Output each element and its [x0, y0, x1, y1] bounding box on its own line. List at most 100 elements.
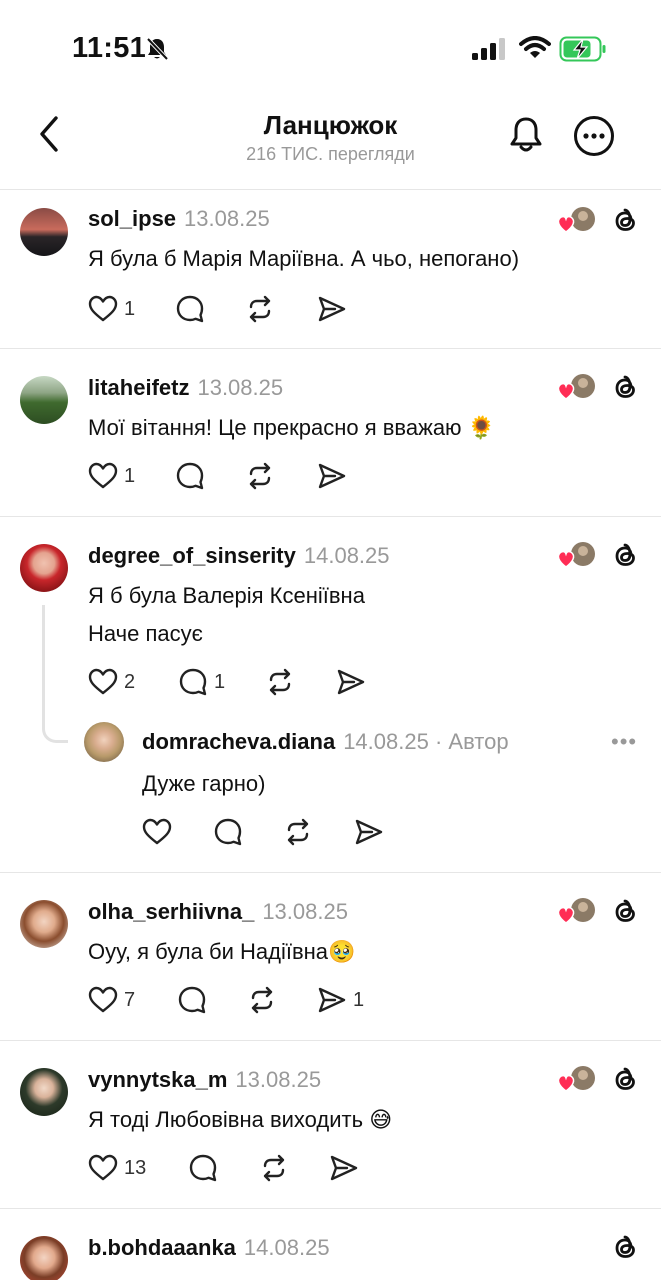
threads-logo-icon[interactable]	[610, 373, 640, 403]
threads-logo-icon[interactable]	[610, 897, 640, 927]
author-liked-badge-icon	[557, 898, 595, 924]
like-button[interactable]: 13	[88, 1153, 146, 1183]
comment-icon	[189, 1154, 217, 1182]
post-actions: 7 1	[88, 985, 408, 1021]
share-button[interactable]	[317, 461, 347, 491]
post-text: Я тоді Любовівна виходить 😅	[88, 1107, 393, 1132]
clock: 11:51	[72, 32, 147, 64]
username[interactable]: olha_serhiivna_ 13.08.25	[88, 899, 348, 925]
avatar[interactable]	[20, 1068, 68, 1116]
status-bar: 11:51	[0, 0, 661, 98]
page-title: Ланцюжок	[263, 110, 398, 140]
like-button[interactable]: 2	[88, 667, 135, 697]
notifications-bell-icon[interactable]	[506, 114, 546, 154]
repost-icon	[269, 668, 291, 696]
like-count: 1	[124, 297, 136, 320]
heart-icon	[88, 295, 118, 322]
post-actions: 13	[88, 1153, 408, 1189]
reply-post: b.bohdaaanka 14.08.25	[0, 1209, 661, 1280]
post-text: Мої вітання! Це прекрасно я вважаю 🌻	[88, 415, 496, 440]
share-button[interactable]: 1	[317, 985, 364, 1015]
repost-button[interactable]	[247, 985, 277, 1015]
share-button[interactable]	[336, 667, 366, 697]
send-icon	[355, 819, 383, 845]
avatar[interactable]	[20, 1236, 68, 1280]
avatar[interactable]	[84, 722, 124, 762]
reply-button[interactable]	[175, 294, 205, 324]
like-count: 1	[124, 464, 136, 487]
wifi-icon	[519, 36, 551, 58]
reply-button[interactable]	[177, 985, 207, 1015]
username[interactable]: sol_ipse 13.08.25	[88, 206, 270, 232]
author-liked-badge-icon	[557, 207, 595, 233]
cellular-signal-icon	[472, 38, 505, 60]
username[interactable]: domracheva.diana 14.08.25 · Автор	[142, 729, 509, 755]
like-button[interactable]: 1	[88, 294, 135, 324]
post-text-line-2: Наче пасує	[88, 621, 203, 646]
more-options-icon[interactable]	[572, 114, 616, 158]
reply-button[interactable]: 1	[178, 667, 225, 697]
silent-mode-icon	[146, 37, 168, 61]
thread-header: Ланцюжок 216 ТИС. перегляди	[0, 98, 661, 190]
post-actions	[142, 817, 392, 853]
repost-button[interactable]	[245, 461, 275, 491]
reply-button[interactable]	[175, 461, 205, 491]
share-button[interactable]	[329, 1153, 359, 1183]
repost-button[interactable]	[259, 1153, 289, 1183]
post-text: Оуу, я була би Надіївна🥹	[88, 939, 356, 964]
author-liked-badge-icon	[557, 542, 595, 568]
threads-logo-icon[interactable]	[610, 1233, 640, 1263]
post-date: 13.08.25	[235, 1067, 322, 1092]
repost-icon	[287, 818, 309, 846]
threads-logo-icon[interactable]	[610, 541, 640, 571]
like-button[interactable]	[142, 817, 172, 847]
comment-icon	[214, 818, 242, 846]
post-date: 13.08.25	[184, 206, 270, 231]
username[interactable]: litaheifetz 13.08.25	[88, 375, 283, 401]
author-label: · Автор	[434, 729, 509, 754]
like-count: 7	[124, 988, 136, 1011]
repost-button[interactable]	[265, 667, 295, 697]
avatar[interactable]	[20, 208, 68, 256]
post-date: 14.08.25	[303, 543, 390, 568]
send-icon	[318, 463, 346, 489]
heart-icon	[88, 668, 118, 695]
share-button[interactable]	[317, 294, 347, 324]
like-button[interactable]: 1	[88, 461, 135, 491]
more-options-icon[interactable]: •••	[611, 729, 637, 755]
avatar[interactable]	[20, 544, 68, 592]
post-actions: 2 1	[88, 667, 408, 703]
like-count: 13	[124, 1156, 147, 1179]
like-button[interactable]: 7	[88, 985, 135, 1015]
heart-icon	[142, 818, 172, 845]
threads-logo-icon[interactable]	[610, 1065, 640, 1095]
comment-icon	[178, 986, 206, 1014]
repost-icon	[249, 295, 271, 323]
reply-button[interactable]	[188, 1153, 218, 1183]
avatar[interactable]	[20, 376, 68, 424]
send-icon	[318, 296, 346, 322]
repost-icon	[251, 986, 273, 1014]
repost-button[interactable]	[283, 817, 313, 847]
share-button[interactable]	[354, 817, 384, 847]
post-date: 14.08.25	[243, 1235, 330, 1260]
username[interactable]: b.bohdaaanka 14.08.25	[88, 1235, 330, 1261]
username[interactable]: degree_of_sinserity 14.08.25	[88, 543, 390, 569]
reply-button[interactable]	[213, 817, 243, 847]
avatar[interactable]	[20, 900, 68, 948]
post-date: 14.08.25	[343, 729, 429, 754]
views-count: 216 ТИС. перегляди	[246, 144, 415, 164]
repost-button[interactable]	[245, 294, 275, 324]
battery-charging-icon	[559, 36, 606, 62]
post-date: 13.08.25	[262, 899, 348, 924]
thread-connector-line	[42, 605, 68, 743]
username[interactable]: vynnytska_m 13.08.25	[88, 1067, 321, 1093]
threads-logo-icon[interactable]	[610, 206, 640, 236]
heart-icon	[88, 1154, 118, 1181]
post-text: Я б була Валерія Ксеніївна	[88, 583, 365, 608]
comment-icon	[176, 295, 204, 323]
send-icon	[337, 669, 365, 695]
reply-count: 1	[214, 670, 226, 693]
comment-icon	[179, 668, 207, 696]
post-actions: 1	[88, 461, 388, 497]
